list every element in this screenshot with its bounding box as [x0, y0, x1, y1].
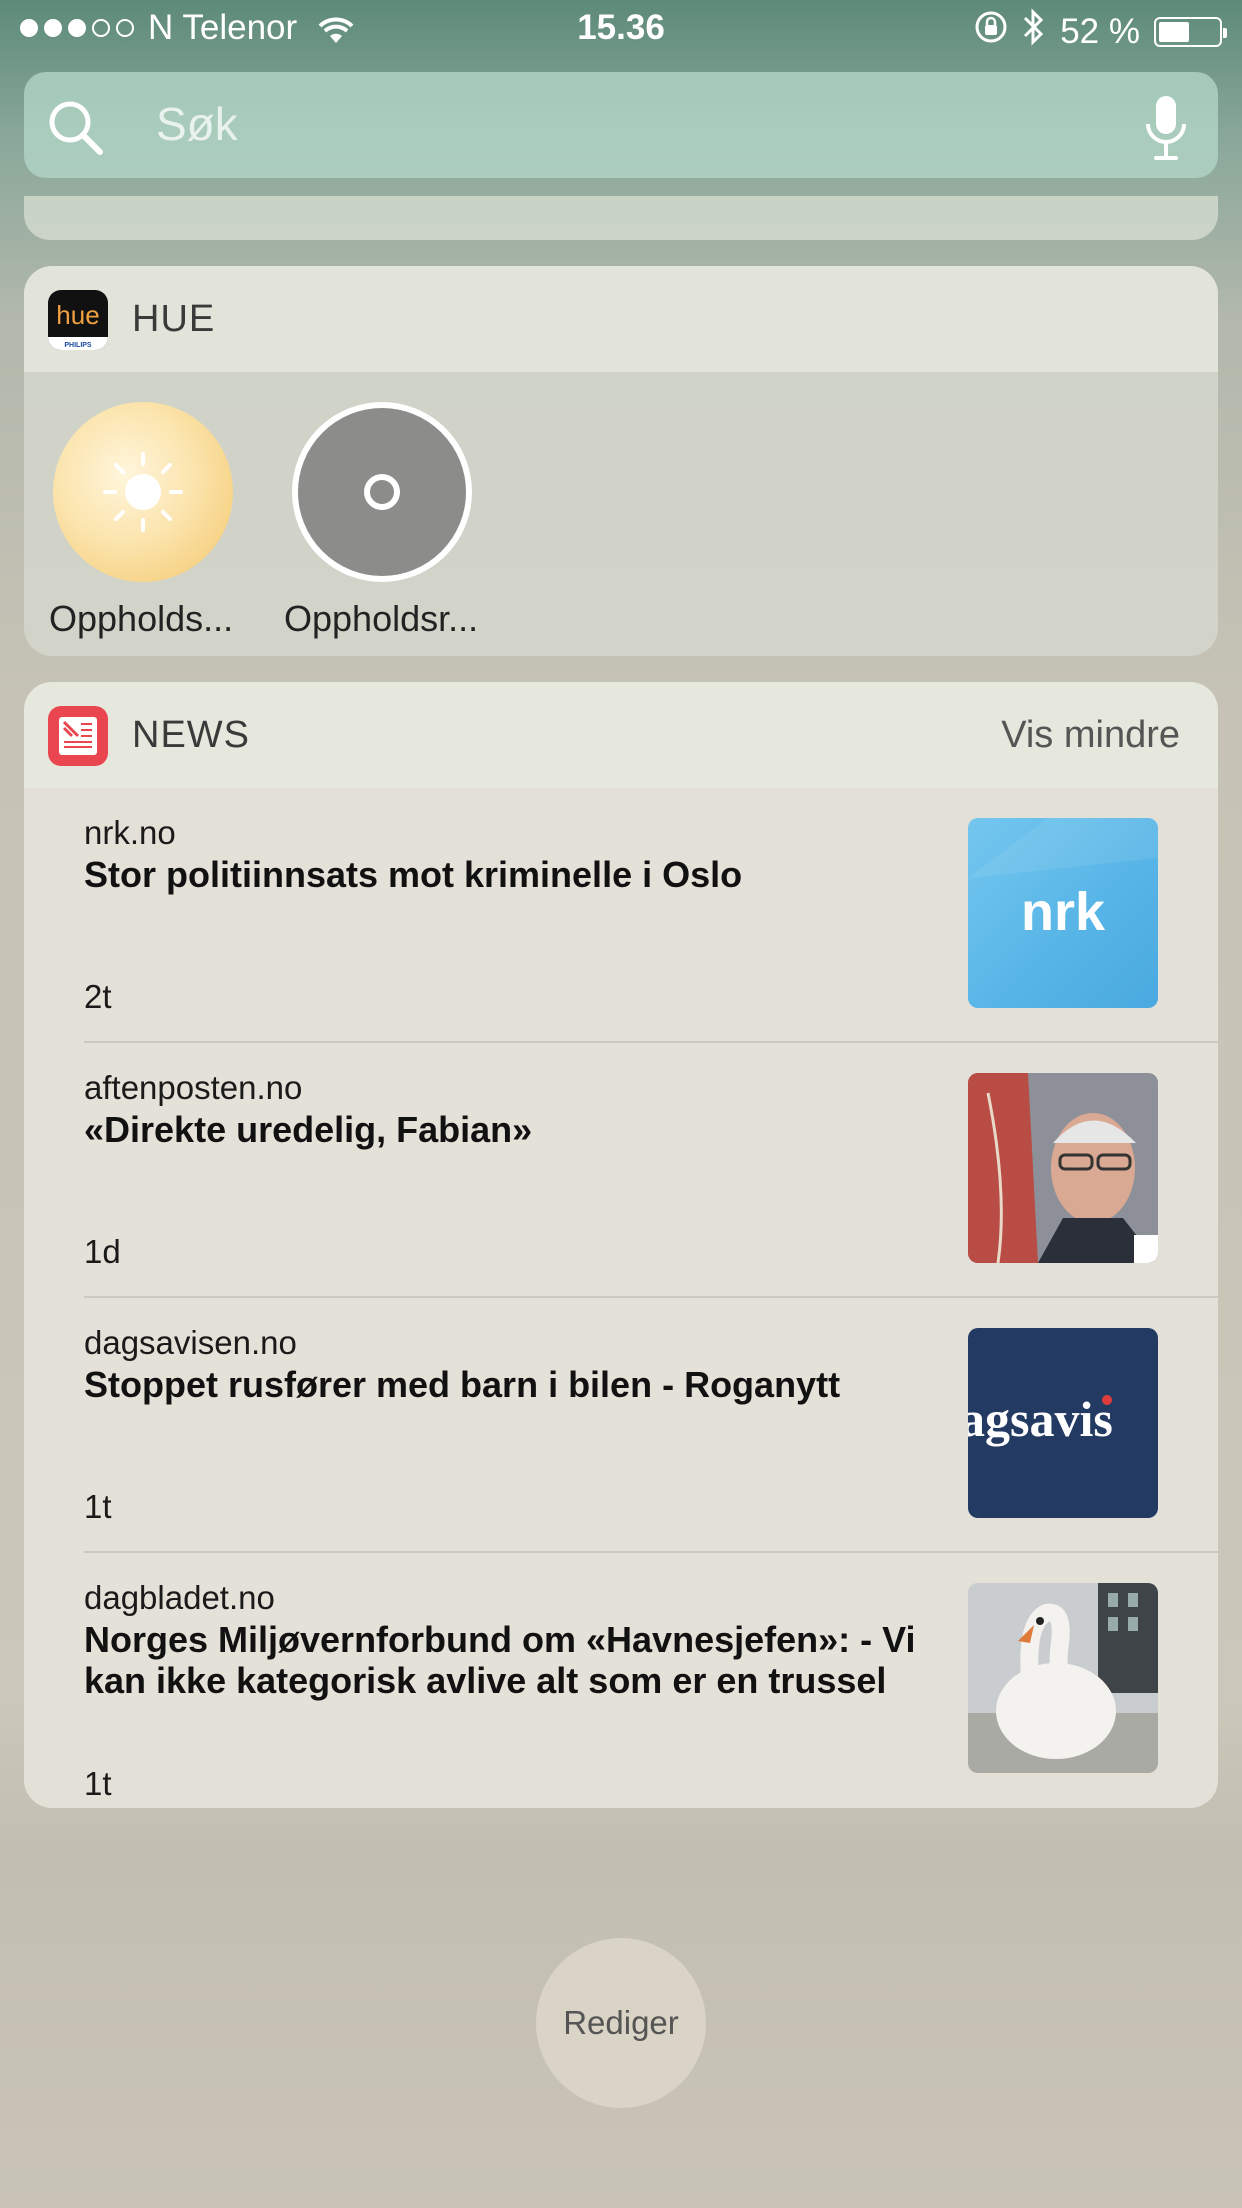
news-widget-title: NEWS: [132, 714, 250, 756]
hue-scene-circle-off[interactable]: [292, 402, 472, 582]
news-thumbnail: [968, 1583, 1158, 1773]
news-app-icon: [48, 706, 108, 766]
search-icon: [46, 98, 106, 158]
news-thumbnail: nrk: [968, 818, 1158, 1008]
battery-percent: 52 %: [1060, 11, 1140, 51]
edit-button[interactable]: Rediger: [536, 1938, 706, 2108]
rotation-lock-icon: [974, 10, 1008, 53]
news-headline: Stor politiinnsats mot kriminelle i Oslo: [84, 854, 743, 895]
hue-scene-button[interactable]: Oppholds...: [49, 402, 233, 639]
hue-widget: hue PHILIPS HUE Oppholds... Oppholdsr...: [24, 266, 1218, 656]
hue-scene-label: Oppholds...: [49, 598, 234, 639]
dagsavisen-logo-text: agsavis: [968, 1391, 1113, 1447]
bluetooth-icon: [1022, 8, 1046, 55]
news-source: aftenposten.no: [84, 1069, 303, 1106]
sun-icon: [103, 452, 183, 532]
news-headline: Stoppet rusfører med barn i bilen - Roga…: [84, 1364, 841, 1405]
news-source: dagbladet.no: [84, 1579, 275, 1616]
news-thumbnail: [968, 1073, 1158, 1263]
news-headline: Norges Miljøvernforbund om «Havnesjefen»…: [84, 1619, 916, 1701]
news-widget-header[interactable]: NEWS Vis mindre: [24, 682, 1218, 788]
news-widget: NEWS Vis mindre nrk.no Stor politiinnsat…: [24, 682, 1218, 1808]
status-bar: N Telenor 15.36 52 %: [0, 0, 1242, 62]
search-input[interactable]: [156, 94, 1116, 154]
news-age: 1t: [84, 1765, 112, 1802]
hue-widget-title: HUE: [132, 298, 216, 340]
power-ring-icon: [364, 474, 400, 510]
news-age: 1t: [84, 1488, 112, 1525]
hue-scene-circle-on[interactable]: [53, 402, 233, 582]
hue-logo-text: hue: [56, 300, 99, 330]
partial-widget-bottom: [24, 196, 1218, 240]
status-bar-right: 52 %: [974, 8, 1227, 55]
show-less-button[interactable]: Vis mindre: [1001, 714, 1180, 757]
search-bar[interactable]: [24, 72, 1218, 178]
hue-scene-button[interactable]: Oppholdsr...: [284, 402, 478, 639]
philips-logo-text: PHILIPS: [64, 342, 92, 349]
nrk-logo-text: nrk: [1021, 882, 1106, 942]
battery-level: [1159, 21, 1189, 42]
hue-app-icon: hue PHILIPS: [48, 290, 108, 350]
hue-widget-header[interactable]: hue PHILIPS HUE: [24, 266, 1218, 372]
news-source: nrk.no: [84, 814, 176, 851]
battery-icon: [1154, 16, 1227, 47]
news-item[interactable]: nrk.no Stor politiinnsats mot kriminelle…: [24, 788, 1218, 1043]
news-item[interactable]: dagbladet.no Norges Miljøvernforbund om …: [24, 1553, 1218, 1808]
news-age: 1d: [84, 1233, 121, 1270]
hue-scene-label: Oppholdsr...: [284, 598, 479, 639]
news-source: dagsavisen.no: [84, 1324, 297, 1361]
news-thumbnail: agsavis: [968, 1328, 1158, 1518]
microphone-icon[interactable]: [1142, 94, 1190, 162]
news-headline: «Direkte uredelig, Fabian»: [84, 1109, 533, 1150]
hue-scenes: Oppholds... Oppholdsr...: [24, 372, 1218, 656]
news-item[interactable]: dagsavisen.no Stoppet rusfører med barn …: [24, 1298, 1218, 1553]
news-age: 2t: [84, 978, 112, 1015]
news-item[interactable]: aftenposten.no «Direkte uredelig, Fabian…: [24, 1043, 1218, 1298]
